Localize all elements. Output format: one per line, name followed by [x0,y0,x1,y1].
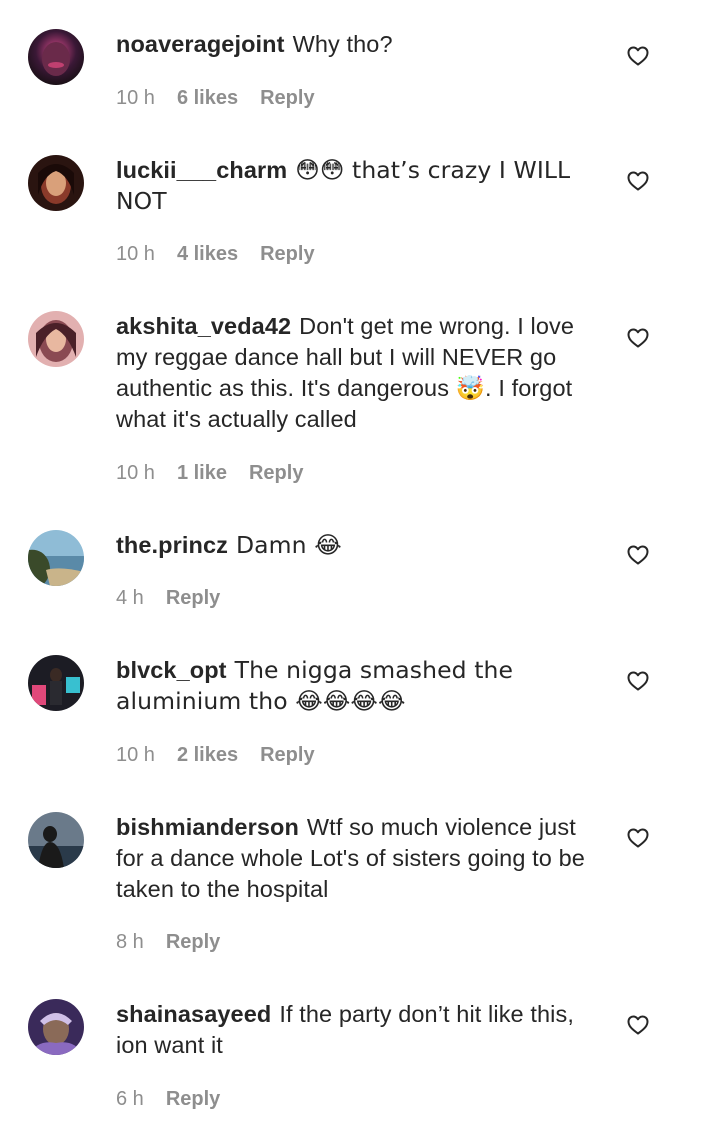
comment-meta: 10 h 2 likes Reply [116,742,315,768]
comment-likes[interactable]: 1 like [177,462,227,484]
comment-likes[interactable]: 4 likes [177,243,238,265]
reply-button[interactable]: Reply [249,462,303,484]
comment-time: 8 h [116,931,144,953]
reply-button[interactable]: Reply [260,87,314,109]
comment-text: shainasayeed If the party don’t hit like … [116,999,596,1061]
comment-meta: 10 h 1 like Reply [116,460,303,486]
comment-text: blvck_opt The nigga smashed the aluminium… [116,655,596,717]
comment-username[interactable]: akshita_veda42 [116,313,291,339]
comment-time: 6 h [116,1088,144,1110]
comment-body: Why tho? [292,31,393,57]
comment-username[interactable]: bishmianderson [116,814,299,840]
reply-button[interactable]: Reply [166,587,220,609]
like-heart-icon[interactable] [626,326,650,350]
comment-text: akshita_veda42 Don't get me wrong. I love… [116,311,596,435]
comment-username[interactable]: luckii___charm [116,157,287,183]
comment-meta: 6 h Reply [116,1086,220,1112]
reply-button[interactable]: Reply [166,931,220,953]
avatar[interactable] [28,29,84,85]
comment-meta: 10 h 4 likes Reply [116,241,315,267]
comment-username[interactable]: noaveragejoint [116,31,285,57]
comment-time: 10 h [116,744,155,766]
comment-body: Damn 😂 [235,531,342,559]
avatar[interactable] [28,999,84,1055]
comment-username[interactable]: the.princz [116,532,228,558]
like-heart-icon[interactable] [626,44,650,68]
comment-text: noaveragejoint Why tho? [116,29,596,60]
comment-time: 10 h [116,243,155,265]
like-heart-icon[interactable] [626,826,650,850]
like-heart-icon[interactable] [626,169,650,193]
avatar[interactable] [28,530,84,586]
like-heart-icon[interactable] [626,543,650,567]
comment-time: 4 h [116,587,144,609]
comment-meta: 4 h Reply [116,585,220,611]
comment-username[interactable]: shainasayeed [116,1001,271,1027]
comment-time: 10 h [116,462,155,484]
reply-button[interactable]: Reply [260,243,314,265]
avatar[interactable] [28,311,84,367]
comment-text: the.princz Damn 😂 [116,530,596,561]
comment-text: bishmianderson Wtf so much violence just … [116,812,596,905]
reply-button[interactable]: Reply [260,744,314,766]
like-heart-icon[interactable] [626,1013,650,1037]
reply-button[interactable]: Reply [166,1088,220,1110]
comment-text: luckii___charm 😳😳 that’s crazy I WILL NOT [116,155,596,217]
comment-meta: 10 h 6 likes Reply [116,85,315,111]
comment-meta: 8 h Reply [116,929,220,955]
comment-time: 10 h [116,87,155,109]
comment-likes[interactable]: 6 likes [177,87,238,109]
avatar[interactable] [28,655,84,711]
comment-likes[interactable]: 2 likes [177,744,238,766]
avatar[interactable] [28,812,84,868]
like-heart-icon[interactable] [626,669,650,693]
avatar[interactable] [28,155,84,211]
comment-username[interactable]: blvck_opt [116,657,227,683]
